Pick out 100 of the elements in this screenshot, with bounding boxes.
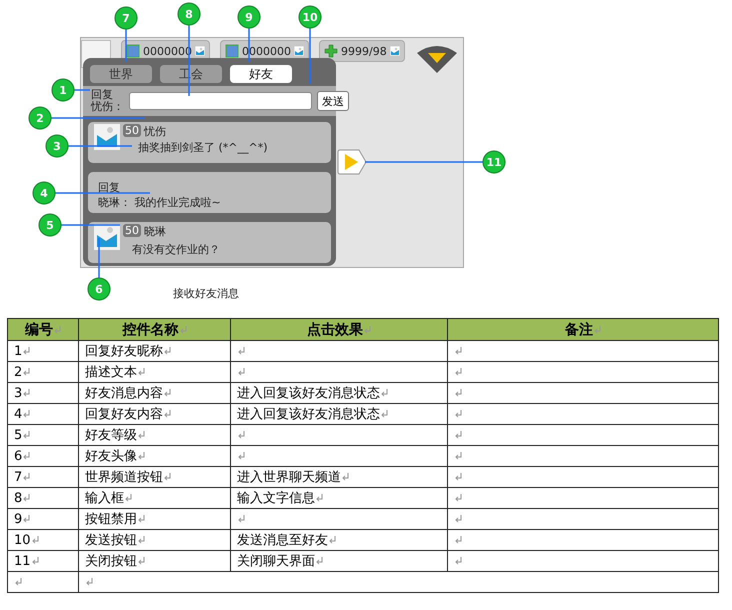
paragraph-mark-icon bbox=[164, 389, 171, 397]
column-header: 点击效果 bbox=[230, 318, 448, 340]
table-cell: 进入回复该好友消息状态 bbox=[230, 404, 448, 424]
table-cell: 世界频道按钮 bbox=[78, 466, 230, 488]
paragraph-mark-icon bbox=[381, 389, 388, 397]
paragraph-mark-icon bbox=[455, 536, 462, 544]
paragraph-mark-icon bbox=[164, 410, 171, 418]
paragraph-mark-icon bbox=[32, 557, 39, 565]
table-cell: 好友等级 bbox=[78, 424, 230, 446]
avatar-image-icon[interactable] bbox=[94, 124, 120, 150]
table-cell: 按钮禁用 bbox=[78, 508, 230, 530]
figure-caption: 接收好友消息 bbox=[173, 286, 239, 301]
paragraph-mark-icon bbox=[238, 452, 245, 460]
table-cell: 2 bbox=[8, 362, 78, 382]
table-cell: 进入回复该好友消息状态 bbox=[230, 382, 448, 404]
close-arrow-button[interactable] bbox=[337, 149, 367, 175]
image-icon bbox=[294, 46, 304, 56]
table-cell: 回复好友昵称 bbox=[78, 340, 230, 362]
channel-tab[interactable]: 世界 bbox=[90, 65, 152, 83]
paragraph-mark-icon bbox=[455, 494, 462, 502]
paragraph-mark-icon bbox=[238, 514, 245, 522]
table-cell: 进入世界聊天频道 bbox=[230, 466, 448, 488]
reply-text: 晓琳： 我的作业完成啦~ bbox=[97, 195, 222, 210]
table-cell: 7 bbox=[8, 466, 78, 488]
paragraph-mark-icon bbox=[381, 410, 388, 418]
paragraph-mark-icon bbox=[15, 578, 22, 586]
table-cell: 5 bbox=[8, 424, 78, 446]
paragraph-mark-icon bbox=[594, 326, 601, 334]
paragraph-mark-icon bbox=[125, 494, 132, 502]
avatar-image-icon[interactable] bbox=[94, 224, 120, 250]
table-cell: 好友头像 bbox=[78, 446, 230, 466]
table-cell: 11 bbox=[8, 550, 78, 572]
table-cell: 好友消息内容 bbox=[78, 382, 230, 404]
paragraph-mark-icon bbox=[164, 347, 171, 355]
paragraph-mark-icon bbox=[23, 515, 30, 523]
table-cell: 4 bbox=[8, 404, 78, 424]
paragraph-mark-icon bbox=[86, 578, 93, 586]
paragraph-mark-icon bbox=[23, 347, 30, 355]
reply-card[interactable]: 回复 晓琳： 我的作业完成啦~ bbox=[88, 172, 331, 213]
paragraph-mark-icon bbox=[238, 368, 245, 376]
paragraph-mark-icon bbox=[364, 326, 371, 334]
table-cell: 输入框 bbox=[78, 488, 230, 508]
paragraph-mark-icon bbox=[238, 346, 245, 354]
channel-tab[interactable]: 好友 bbox=[230, 65, 292, 83]
paragraph-mark-icon bbox=[342, 473, 349, 481]
message-text: 抽奖抽到剑圣了 (*^__^*) bbox=[137, 140, 269, 155]
column-header: 备注 bbox=[448, 318, 718, 340]
table-cell: 描述文本 bbox=[78, 362, 230, 382]
square-icon bbox=[225, 44, 239, 58]
friend-name: 忧伤 bbox=[144, 124, 166, 139]
paragraph-mark-icon bbox=[138, 557, 145, 565]
column-header: 控件名称 bbox=[78, 318, 230, 340]
table-cell: 9 bbox=[8, 508, 78, 530]
paragraph-mark-icon bbox=[23, 368, 30, 376]
level-badge: 50 bbox=[123, 124, 141, 137]
paragraph-mark-icon bbox=[23, 494, 30, 502]
paragraph-mark-icon bbox=[455, 368, 462, 376]
paragraph-mark-icon bbox=[138, 536, 145, 544]
paragraph-mark-icon bbox=[455, 410, 462, 418]
plus-icon bbox=[324, 44, 338, 58]
table-cell: 1 bbox=[8, 340, 78, 362]
paragraph-mark-icon bbox=[455, 346, 462, 354]
friend-name: 晓琳 bbox=[144, 224, 166, 239]
table-cell: 回复好友内容 bbox=[78, 404, 230, 424]
dropdown-arrow-icon[interactable] bbox=[415, 43, 459, 73]
message-input-field[interactable] bbox=[129, 92, 312, 110]
paragraph-mark-icon bbox=[164, 473, 171, 481]
resource-counter: 9999/98 bbox=[319, 40, 405, 62]
table-cell: 发送按钮 bbox=[78, 530, 230, 550]
image-icon bbox=[195, 46, 205, 56]
paragraph-mark-icon bbox=[316, 557, 323, 565]
table-cell: 10 bbox=[8, 530, 78, 550]
table-cell: 输入文字信息 bbox=[230, 488, 448, 508]
table-cell: 关闭聊天界面 bbox=[230, 550, 448, 572]
paragraph-mark-icon bbox=[138, 452, 145, 460]
reply-title: 回复 bbox=[97, 180, 121, 195]
paragraph-mark-icon bbox=[23, 431, 30, 439]
table-cell: 3 bbox=[8, 382, 78, 404]
paragraph-mark-icon bbox=[455, 556, 462, 564]
paragraph-mark-icon bbox=[238, 430, 245, 438]
message-card[interactable]: 50 忧伤 抽奖抽到剑圣了 (*^__^*) bbox=[88, 122, 331, 163]
paragraph-mark-icon bbox=[23, 410, 30, 418]
message-card[interactable]: 50 晓琳 有没有交作业的？ bbox=[88, 222, 331, 263]
paragraph-mark-icon bbox=[23, 389, 30, 397]
paragraph-mark-icon bbox=[138, 368, 145, 376]
square-icon bbox=[126, 44, 140, 58]
table-cell: 6 bbox=[8, 446, 78, 466]
paragraph-mark-icon bbox=[455, 452, 462, 460]
level-badge: 50 bbox=[123, 224, 141, 237]
paragraph-mark-icon bbox=[180, 326, 186, 334]
paragraph-mark-icon bbox=[138, 431, 145, 439]
table-cell: 发送消息至好友 bbox=[230, 530, 448, 550]
column-header: 编号 bbox=[8, 318, 78, 340]
paragraph-mark-icon bbox=[54, 326, 61, 334]
message-text: 有没有交作业的？ bbox=[131, 242, 221, 257]
send-button[interactable]: 发送 bbox=[317, 91, 349, 111]
paragraph-mark-icon bbox=[23, 452, 30, 460]
table-cell: 关闭按钮 bbox=[78, 550, 230, 572]
paragraph-mark-icon bbox=[455, 430, 462, 438]
table-cell: 8 bbox=[8, 488, 78, 508]
